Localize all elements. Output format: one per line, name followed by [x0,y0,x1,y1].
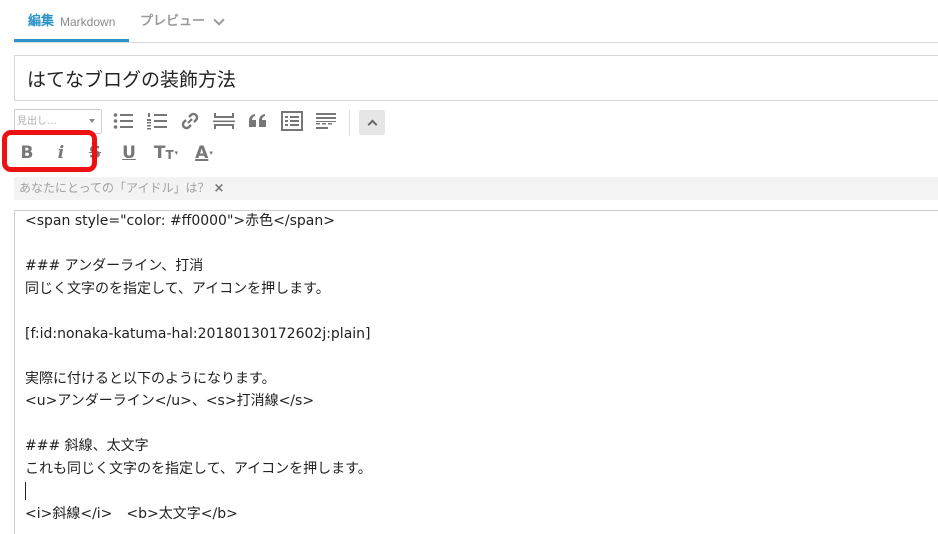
font-size-icon[interactable]: T T ▾ [152,142,180,164]
quote-icon[interactable] [247,110,269,132]
tab-edit-label: 編集 [28,14,55,29]
ordered-list-icon[interactable] [146,110,168,132]
markdown-editor[interactable]: <span style="color: #ff0000">赤色</span> #… [14,210,938,534]
underline-glyph: U [122,143,136,163]
editor-line: <span style="color: #ff0000">赤色</span> [25,213,335,229]
chevron-down-icon [213,13,225,26]
underline-icon[interactable]: U [118,142,140,164]
editor-line: 同じく文字のを指定して、アイコンを押します。 [25,280,330,297]
editor-line: ### 斜線、太文字 [25,438,149,454]
link-icon[interactable] [179,110,201,132]
mode-tabs: 編集 Markdown プレビュー [14,0,938,43]
font-color-icon[interactable]: A ▾ [190,142,218,164]
editor-line: これも同じく文字のを指定して、アイコンを押します。 [25,460,372,477]
collapse-toolbar-button[interactable] [359,110,385,135]
font-size-glyph: T [153,143,166,163]
toolbar-divider [349,110,350,136]
tab-edit-mode: Markdown [60,15,116,29]
unordered-list-icon[interactable] [112,110,134,132]
tab-edit[interactable]: 編集 Markdown [14,13,130,42]
topic-text[interactable]: あなたにとっての「アイドル」は？ [19,177,209,200]
editor-line: <u>アンダーライン</u>、<s>打消線</s> [25,393,315,409]
title-input[interactable]: はてなブログの装飾方法 [14,55,938,101]
more-icon[interactable] [315,110,337,132]
table-icon[interactable] [281,110,303,132]
editor-line: ### アンダーライン、打消 [25,258,204,274]
heading-select-value: 見出し [17,116,47,127]
editor-line: <i>斜線</i> <b>太文字</b> [25,505,238,522]
chevron-up-icon [367,119,377,130]
topic-suggestion-bar: あなたにとっての「アイドル」は？ × [14,177,938,200]
red-highlight-box [2,130,97,172]
caret-down-icon [89,119,95,123]
editor-line: 実際に付けると以下のようになります。 [25,370,276,387]
font-color-glyph: A [195,143,209,163]
text-caret [25,482,26,500]
editor-line: [f:id:nonaka-katuma-hal:20180130172602j:… [25,325,371,342]
close-icon[interactable]: × [213,177,224,200]
editor-line [25,480,938,503]
tab-preview-label: プレビュー [140,14,206,29]
horizontal-rule-icon[interactable] [213,110,235,132]
tab-preview[interactable]: プレビュー [140,13,225,31]
